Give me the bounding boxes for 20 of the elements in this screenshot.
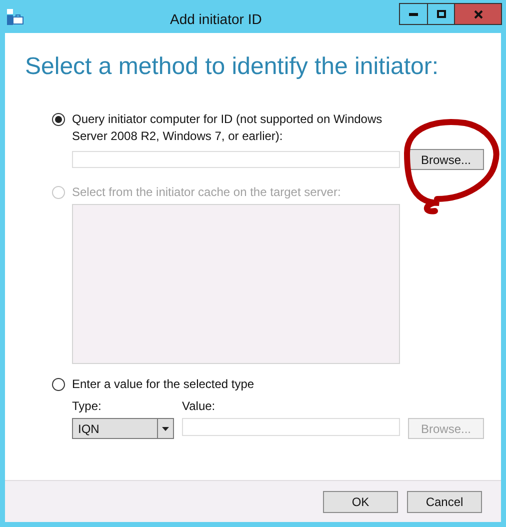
dialog-button[interactable]: OK <box>323 490 398 512</box>
window-title: Add initiator ID <box>170 10 262 29</box>
radio-button[interactable] <box>52 378 65 391</box>
value-label: Value: <box>182 398 216 415</box>
option-label: Select from the initiator cache on the target server: <box>72 184 342 201</box>
close-button[interactable] <box>455 3 502 25</box>
page-heading: Select a method to identify the initiator: <box>25 52 440 82</box>
value-field[interactable] <box>182 418 400 436</box>
type-label: Type: <box>72 398 102 415</box>
browse-button[interactable]: Browse... <box>408 149 484 170</box>
option-label: Enter a value for the selected type <box>72 376 256 393</box>
option-label: Query initiator computer for ID (not supported on Windows Server 2008 R2, Windows 7, or earlier): <box>72 111 384 145</box>
close-icon <box>474 10 482 18</box>
app-icon <box>6 8 24 26</box>
caret-icon <box>162 426 169 430</box>
dialog-button[interactable]: Cancel <box>407 490 482 512</box>
computer-field[interactable] <box>72 151 400 168</box>
radio-button[interactable] <box>52 113 65 126</box>
type-dropdown[interactable]: IQN <box>72 418 174 439</box>
minimize-button[interactable] <box>399 3 428 25</box>
